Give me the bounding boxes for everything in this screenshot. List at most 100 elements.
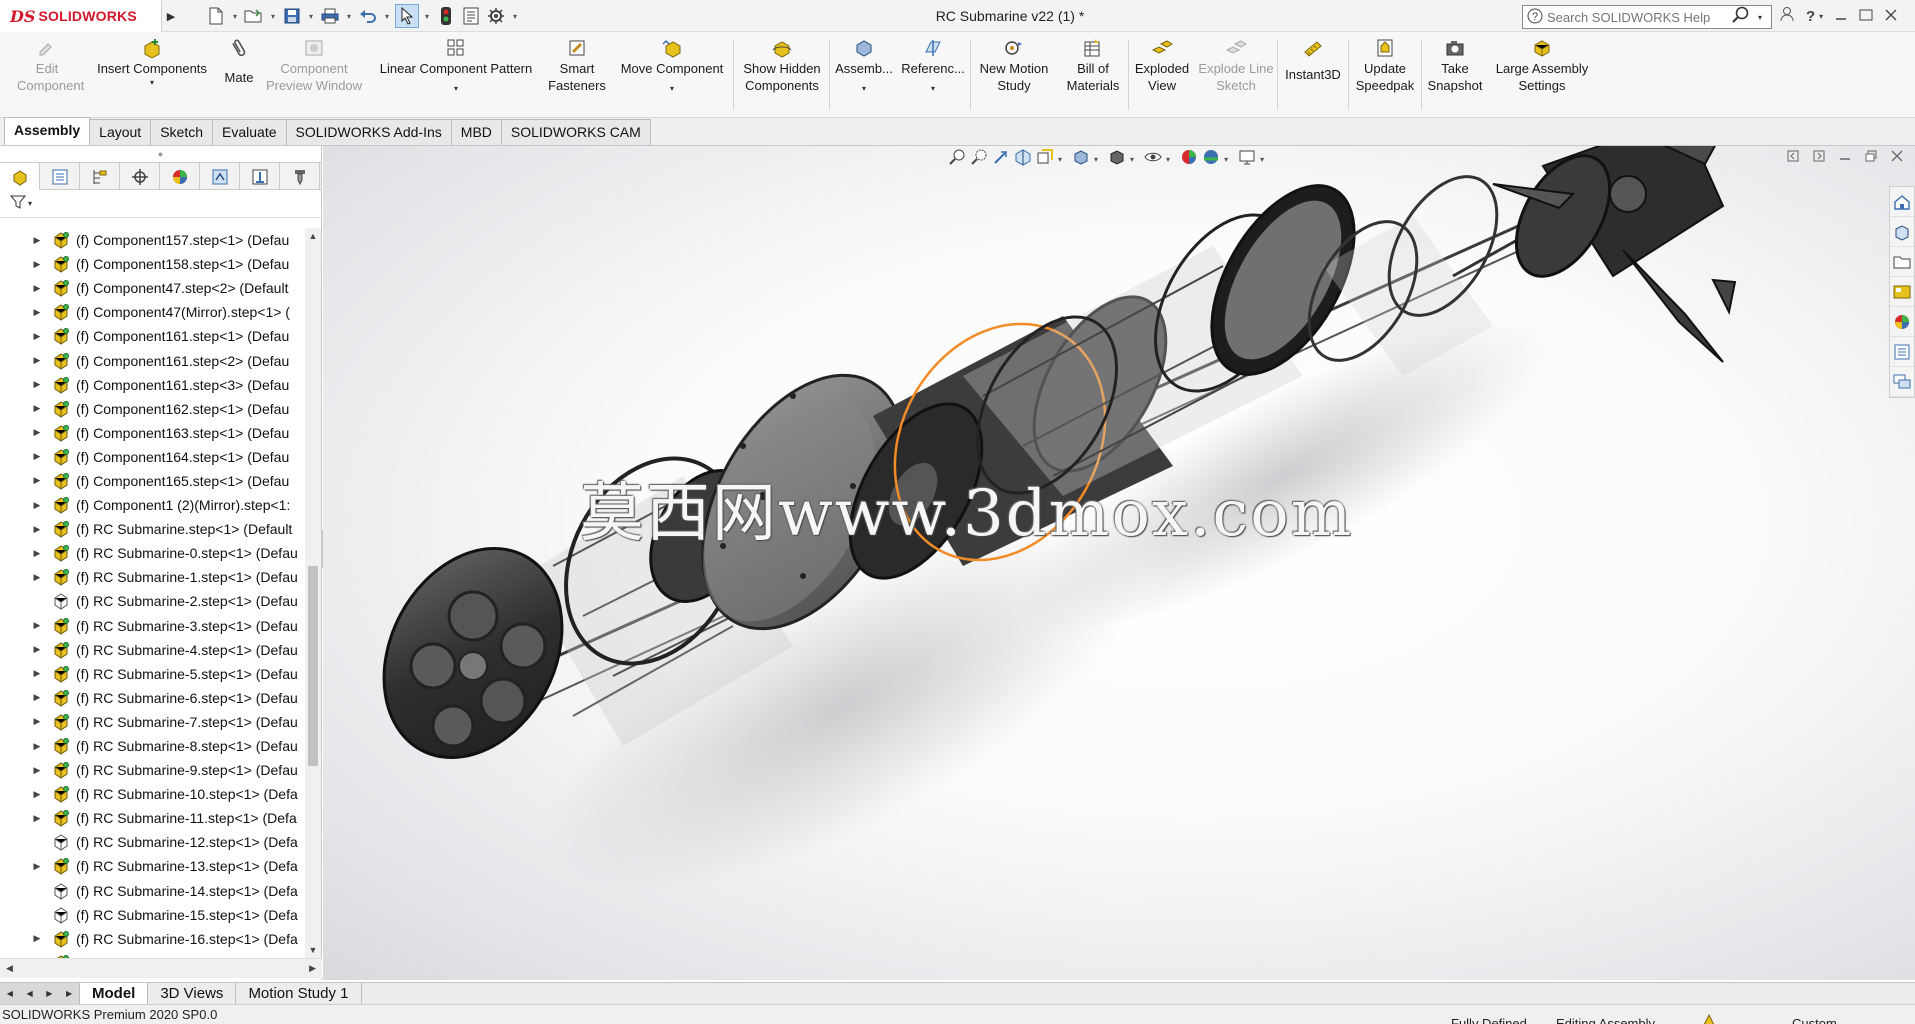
insert-components-button[interactable]: Insert Components ▾ — [92, 36, 212, 114]
tree-item[interactable]: ▶ (f) Component47.step<2> (Default — [0, 276, 304, 300]
configuration-manager-icon[interactable] — [80, 163, 120, 190]
exploded-view-button[interactable]: Exploded View — [1130, 36, 1194, 114]
bill-of-materials-button[interactable]: Bill of Materials — [1058, 36, 1128, 114]
tree-expand-arrow-icon[interactable]: ▶ — [30, 692, 44, 703]
tree-item[interactable]: ▶ (f) Component1 (2)(Mirror).step<1: — [0, 493, 304, 517]
menu-expand-arrow-icon[interactable]: ▶ — [162, 0, 180, 32]
tree-expand-arrow-icon[interactable]: ▶ — [30, 451, 44, 462]
viewport-restore-icon[interactable] — [1865, 150, 1877, 165]
tab-layout[interactable]: Layout — [89, 119, 152, 145]
last-tab-icon[interactable]: ▶ — [66, 989, 72, 998]
scroll-right-icon[interactable]: ▶ — [309, 963, 316, 974]
next-tab-icon[interactable]: ▶ — [46, 989, 52, 998]
solidworks-resources-home-icon[interactable] — [1890, 187, 1914, 217]
scroll-up-icon[interactable]: ▲ — [305, 228, 321, 244]
tab-evaluate[interactable]: Evaluate — [212, 119, 287, 145]
select-icon[interactable] — [395, 4, 419, 28]
tree-vertical-scrollbar[interactable]: ▲ ▼ — [305, 228, 321, 958]
tree-item[interactable]: ▶ (f) Component164.step<1> (Defau — [0, 445, 304, 469]
tree-item[interactable]: ▶ (f) Component165.step<1> (Defau — [0, 469, 304, 493]
cam-feature-tree-icon[interactable] — [200, 163, 240, 190]
tree-item[interactable]: ▶ (f) RC Submarine-5.step<1> (Defau — [0, 662, 304, 686]
apply-scene-icon[interactable] — [1202, 148, 1220, 170]
tree-item[interactable]: ▶ (f) RC Submarine-9.step<1> (Defau — [0, 758, 304, 782]
tab-solidworks-add-ins[interactable]: SOLIDWORKS Add-Ins — [285, 119, 452, 145]
mate-button[interactable]: Mate — [214, 36, 264, 114]
tree-expand-arrow-icon[interactable]: ▶ — [30, 644, 44, 655]
dimxpert-manager-icon[interactable] — [120, 163, 160, 190]
tree-expand-arrow-icon[interactable]: ▶ — [30, 668, 44, 679]
custom-properties-icon[interactable] — [1890, 337, 1914, 367]
tree-filter[interactable]: ▾ — [0, 190, 321, 218]
view-orientation-dropdown-icon[interactable]: ▾ — [1094, 155, 1098, 164]
tree-horizontal-scrollbar[interactable]: ◀ ▶ — [0, 958, 322, 978]
options-icon[interactable] — [485, 4, 507, 28]
open-dropdown-icon[interactable]: ▾ — [268, 4, 278, 28]
tab-3d-views[interactable]: 3D Views — [148, 983, 237, 1004]
design-library-icon[interactable] — [1890, 217, 1914, 247]
zoom-to-area-icon[interactable] — [970, 148, 988, 170]
view-orientation-icon[interactable] — [1072, 148, 1090, 170]
show-hidden-components-button[interactable]: Show Hidden Components — [736, 36, 828, 114]
tree-item[interactable]: ▶ (f) Component162.step<1> (Defau — [0, 397, 304, 421]
tree-expand-arrow-icon[interactable]: ▶ — [30, 379, 44, 390]
rebuild-icon[interactable] — [435, 4, 457, 28]
display-manager-icon[interactable] — [160, 163, 200, 190]
tree-item[interactable]: ▶ (f) RC Submarine-6.step<1> (Defau — [0, 686, 304, 710]
move-component-dropdown-icon[interactable]: ▾ — [670, 83, 674, 95]
tab-assembly[interactable]: Assembly — [4, 117, 91, 145]
file-properties-icon[interactable] — [460, 4, 482, 28]
help-search-input[interactable] — [1547, 9, 1727, 25]
tree-expand-arrow-icon[interactable]: ▶ — [30, 620, 44, 631]
forum-icon[interactable] — [1890, 367, 1914, 397]
tree-item[interactable]: ▶ (f) Component161.step<2> (Defau — [0, 348, 304, 372]
section-view-icon[interactable] — [1014, 148, 1032, 170]
tree-expand-arrow-icon[interactable]: ▶ — [30, 500, 44, 511]
tree-item[interactable]: (f) RC Submarine-12.step<1> (Defa — [0, 830, 304, 854]
tree-expand-arrow-icon[interactable]: ▶ — [30, 861, 44, 872]
tree-item[interactable]: ▶ (f) RC Submarine-7.step<1> (Defau — [0, 710, 304, 734]
previous-view-icon[interactable] — [992, 148, 1010, 170]
tree-expand-arrow-icon[interactable]: ▶ — [30, 813, 44, 824]
graphics-area[interactable]: 莫西网www.3dmox.com ▾ ▾ ▾ ▾ ▾ ▾ — [323, 146, 1915, 980]
explode-line-sketch-button[interactable]: Explode Line Sketch — [1194, 36, 1278, 114]
property-manager-icon[interactable] — [40, 163, 80, 190]
viewport-minimize-icon[interactable] — [1839, 150, 1851, 165]
edit-appearance-icon[interactable] — [1180, 148, 1198, 170]
large-assembly-settings-button[interactable]: Large Assembly Settings — [1490, 36, 1594, 114]
restore-window-icon[interactable] — [1859, 8, 1873, 25]
tab-sketch[interactable]: Sketch — [150, 119, 214, 145]
hide-show-items-icon[interactable] — [1144, 148, 1162, 170]
tree-item[interactable]: ▶ (f) RC Submarine.step<1> (Default — [0, 517, 304, 541]
tree-expand-arrow-icon[interactable]: ▶ — [30, 283, 44, 294]
move-component-button[interactable]: Move Component ▾ — [612, 36, 732, 114]
save-dropdown-icon[interactable]: ▾ — [306, 4, 316, 28]
tree-expand-arrow-icon[interactable]: ▶ — [30, 741, 44, 752]
feature-manager-tree-icon[interactable] — [0, 163, 40, 190]
undo-icon[interactable] — [357, 4, 379, 28]
tree-expand-arrow-icon[interactable]: ▶ — [30, 524, 44, 535]
tab-mbd[interactable]: MBD — [450, 119, 502, 145]
reference-geometry-dropdown-icon[interactable]: ▾ — [931, 83, 935, 95]
viewport-prev-icon[interactable] — [1787, 150, 1799, 165]
rebuild-status-icon[interactable] — [1702, 1013, 1718, 1024]
tree-expand-arrow-icon[interactable]: ▶ — [30, 716, 44, 727]
new-motion-study-button[interactable]: New Motion Study — [972, 36, 1056, 114]
panel-grip-handle[interactable]: ● — [0, 146, 321, 162]
print-dropdown-icon[interactable]: ▾ — [344, 4, 354, 28]
tree-expand-arrow-icon[interactable]: ▶ — [30, 403, 44, 414]
minimize-window-icon[interactable] — [1835, 8, 1847, 25]
assembly-features-dropdown-icon[interactable]: ▾ — [862, 83, 866, 95]
tree-item[interactable]: ▶ (f) RC Submarine-8.step<1> (Defau — [0, 734, 304, 758]
tree-item[interactable]: ▶ (f) Component161.step<1> (Defau — [0, 324, 304, 348]
linear-component-pattern-button[interactable]: Linear Component Pattern ▾ — [372, 36, 540, 114]
file-explorer-icon[interactable] — [1890, 247, 1914, 277]
tree-item[interactable]: ▶ (f) Component157.step<1> (Defau — [0, 228, 304, 252]
tree-item[interactable]: ▶ (f) Component163.step<1> (Defau — [0, 421, 304, 445]
tab-motion-study-1[interactable]: Motion Study 1 — [236, 983, 362, 1004]
user-account-icon[interactable] — [1780, 6, 1794, 26]
open-icon[interactable] — [243, 4, 265, 28]
options-dropdown-icon[interactable]: ▾ — [510, 4, 520, 28]
assembly-features-button[interactable]: Assemb... ▾ — [832, 36, 896, 114]
tree-item[interactable]: ▶ (f) RC Submarine-13.step<1> (Defa — [0, 854, 304, 878]
